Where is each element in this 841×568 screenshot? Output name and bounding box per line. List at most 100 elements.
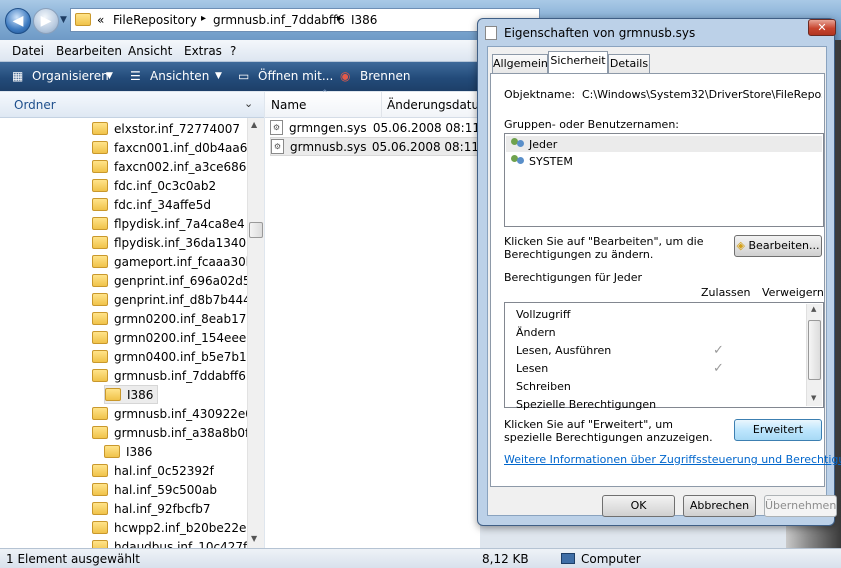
close-icon[interactable]: ✕ — [808, 19, 836, 36]
folder-tree-item[interactable]: flpydisk.inf_36da1340 — [92, 233, 246, 252]
file-row[interactable]: ⚙ grmngen.sys 05.06.2008 08:11 — [270, 118, 480, 137]
folder-pane-scrollbar[interactable]: ▲ ▼ — [247, 118, 264, 548]
permission-name: Vollzugriff — [516, 307, 571, 321]
dialog-title: Eigenschaften von grmnusb.sys — [504, 26, 696, 40]
sort-ascending-icon: ⌃ — [321, 89, 329, 99]
recent-pages-dropdown[interactable]: ▼ — [60, 15, 67, 25]
breadcrumb-item[interactable]: grmnusb.inf_7ddabff6 — [213, 13, 345, 27]
column-name[interactable]: Name — [271, 98, 306, 112]
tab-details[interactable]: Details — [608, 54, 650, 74]
folder-tree-item[interactable]: faxcn001.inf_d0b4aa61 — [92, 138, 255, 157]
folder-tree-item[interactable]: fdc.inf_34affe5d — [92, 195, 211, 214]
forward-button[interactable]: ▶ — [33, 8, 59, 34]
folder-icon — [92, 426, 108, 439]
folder-name: grmn0400.inf_b5e7b1c6 — [114, 349, 261, 364]
folder-name: fdc.inf_34affe5d — [114, 197, 211, 212]
folder-icon — [92, 350, 108, 363]
folder-tree-item[interactable]: I386 — [104, 442, 152, 461]
permission-name: Spezielle Berechtigungen — [516, 397, 657, 411]
views-dropdown-icon[interactable]: ▼ — [215, 71, 222, 81]
folder-tree-item[interactable]: genprint.inf_d8b7b444 — [92, 290, 251, 309]
computer-icon — [561, 553, 575, 564]
folder-tree-item[interactable]: grmnusb.inf_7ddabff6 — [92, 366, 246, 385]
scroll-down-icon[interactable]: ▼ — [811, 394, 816, 402]
breadcrumb-separator-icon[interactable]: ▸ — [337, 13, 342, 24]
edit-button[interactable]: ◈ Bearbeiten... — [734, 235, 822, 257]
organize-button[interactable]: Organisieren — [32, 69, 109, 83]
folder-tree-item[interactable]: faxcn002.inf_a3ce6862 — [92, 157, 254, 176]
user-item-system[interactable]: SYSTEM — [506, 153, 822, 169]
folder-tree-item[interactable]: grmnusb.inf_430922e0 — [92, 404, 253, 423]
folder-tree-item[interactable]: genprint.inf_696a02d5 — [92, 271, 251, 290]
open-with-button[interactable]: Öffnen mit... — [258, 69, 333, 83]
folder-name: faxcn001.inf_d0b4aa61 — [114, 140, 256, 155]
scroll-thumb[interactable] — [249, 222, 263, 238]
ok-button[interactable]: OK — [602, 495, 675, 517]
folder-icon — [92, 179, 108, 192]
breadcrumb-separator-icon[interactable]: ▸ — [201, 13, 206, 24]
folder-pane-title: Ordner — [14, 98, 56, 112]
folder-icon — [75, 13, 91, 26]
permissions-scrollbar[interactable]: ▲ ▼ — [806, 304, 822, 406]
permission-row: Lesen ✓ — [516, 359, 806, 377]
file-row-selected[interactable]: ⚙ grmnusb.sys 05.06.2008 08:11 — [270, 137, 480, 156]
folder-tree-item[interactable]: I386 — [104, 385, 159, 404]
folder-icon — [92, 407, 108, 420]
advanced-button[interactable]: Erweitert — [734, 419, 822, 441]
folder-tree-item[interactable]: fdc.inf_0c3c0ab2 — [92, 176, 216, 195]
help-link[interactable]: Weitere Informationen über Zugriffssteue… — [504, 453, 841, 466]
folder-tree-item[interactable]: gameport.inf_fcaaa30b — [92, 252, 253, 271]
folder-tree-item[interactable]: hal.inf_59c500ab — [92, 480, 217, 499]
address-overflow-chevron[interactable]: « — [97, 13, 104, 27]
folder-tree-item[interactable]: hcwpp2.inf_b20be22e — [92, 518, 246, 537]
chevron-down-icon[interactable]: ⌄ — [244, 97, 253, 110]
folder-tree-item[interactable]: hal.inf_92fbcfb7 — [92, 499, 210, 518]
apply-button[interactable]: Übernehmen — [764, 495, 837, 517]
folder-tree-item[interactable]: grmn0200.inf_154eee26 — [92, 328, 261, 347]
menu-tools[interactable]: Extras — [184, 44, 222, 58]
permission-row: Schreiben — [516, 377, 806, 395]
folder-icon — [105, 388, 121, 401]
menu-view[interactable]: Ansicht — [128, 44, 172, 58]
user-item-everyone[interactable]: Jeder — [506, 136, 822, 152]
folder-icon — [92, 160, 108, 173]
permissions-label: Berechtigungen für Jeder — [504, 271, 643, 284]
breadcrumb-item[interactable]: FileRepository — [113, 13, 197, 27]
folder-tree-item[interactable]: grmn0200.inf_8eab17da — [92, 309, 261, 328]
cancel-button[interactable]: Abbrechen — [683, 495, 756, 517]
tab-security[interactable]: Sicherheit — [548, 51, 608, 74]
permission-name: Lesen — [516, 361, 549, 375]
scroll-thumb[interactable] — [808, 320, 821, 380]
permission-row: Spezielle Berechtigungen — [516, 395, 806, 413]
menu-help[interactable]: ? — [230, 44, 236, 58]
folder-tree-item[interactable]: grmn0400.inf_b5e7b1c6 — [92, 347, 261, 366]
folder-name: flpydisk.inf_36da1340 — [114, 235, 247, 250]
folder-icon — [92, 255, 108, 268]
organize-dropdown-icon[interactable]: ▼ — [106, 71, 113, 81]
menu-file[interactable]: Datei — [12, 44, 44, 58]
organize-icon: ▦ — [12, 69, 24, 83]
column-divider[interactable] — [381, 92, 382, 118]
folder-tree-item[interactable]: hal.inf_0c52392f — [92, 461, 214, 480]
views-button[interactable]: Ansichten — [150, 69, 209, 83]
permission-row: Lesen, Ausführen ✓ — [516, 341, 806, 359]
scroll-up-icon[interactable]: ▲ — [251, 120, 257, 129]
user-name: SYSTEM — [529, 154, 573, 168]
status-bar: 1 Element ausgewählt 8,12 KB Computer — [0, 548, 841, 568]
menu-edit[interactable]: Bearbeiten — [56, 44, 122, 58]
scroll-down-icon[interactable]: ▼ — [251, 534, 257, 543]
column-modified[interactable]: Änderungsdatum — [387, 98, 491, 112]
scroll-up-icon[interactable]: ▲ — [811, 305, 816, 313]
folder-tree-item[interactable]: grmnusb.inf_a38a8b0f — [92, 423, 249, 442]
tab-general[interactable]: Allgemein — [492, 54, 548, 74]
back-button[interactable]: ◀ — [5, 8, 31, 34]
system-file-icon: ⚙ — [271, 139, 284, 154]
folder-pane-header[interactable]: Ordner ⌄ — [0, 92, 264, 118]
burn-button[interactable]: Brennen — [360, 69, 410, 83]
breadcrumb-item[interactable]: I386 — [351, 13, 377, 27]
folder-name: grmnusb.inf_430922e0 — [114, 406, 253, 421]
address-bar[interactable]: « FileRepository ▸ grmnusb.inf_7ddabff6 … — [70, 8, 540, 32]
folder-tree-item[interactable]: flpydisk.inf_7a4ca8e4 — [92, 214, 245, 233]
folder-icon — [92, 293, 108, 306]
folder-tree-item[interactable]: elxstor.inf_72774007 — [92, 119, 240, 138]
